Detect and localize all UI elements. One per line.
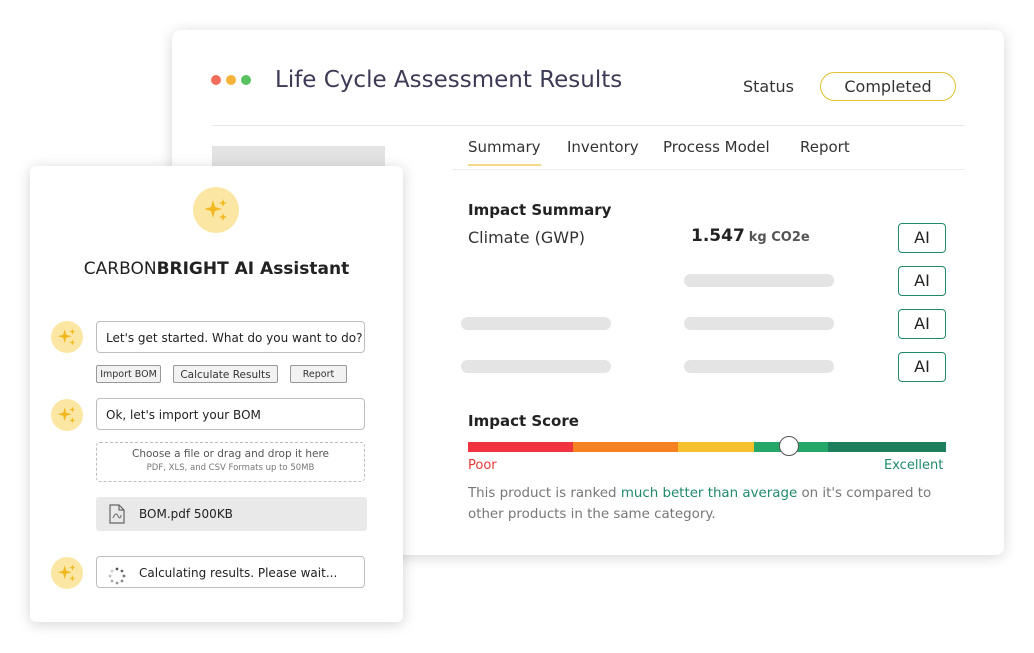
ai-assistant-panel: CARBONBRIGHT AI Assistant Let's get star… [30,166,403,622]
ai-button-row-2[interactable]: AI [898,266,946,296]
score-min-label: Poor [468,458,497,473]
assistant-message-greeting: Let's get started. What do you want to d… [96,321,365,353]
ranking-highlight: much better than average [620,486,798,501]
skeleton-value-row-2 [684,274,834,287]
skeleton-label-row-4 [461,360,611,373]
score-max-label: Excellent [884,458,944,473]
score-segment-poor [468,442,573,452]
score-segment-excellent [828,442,946,452]
brand-name-light: CARBON [83,259,157,279]
assistant-message-import: Ok, let's import your BOM [96,398,365,430]
ranking-description: This product is ranked much better than … [468,483,938,525]
dropzone-formats: PDF, XLS, and CSV Formats up to 50MB [146,463,315,473]
impact-score-title: Impact Score [468,412,579,430]
file-dropzone[interactable]: Choose a file or drag and drop it here P… [96,442,365,482]
climate-gwp-value: 1.547 kg CO2e [691,226,810,246]
uploaded-file-name: BOM.pdf 500KB [139,507,233,521]
tab-inventory[interactable]: Inventory [567,138,639,164]
assistant-message-calculating: Calculating results. Please wait... [96,556,365,588]
pdf-file-icon [109,504,125,528]
calculate-results-option[interactable]: Calculate Results [173,365,278,383]
ai-button-row-3[interactable]: AI [898,309,946,339]
ai-button-row-4[interactable]: AI [898,352,946,382]
sparkle-icon [193,187,239,233]
sparkle-icon [51,399,83,431]
status-badge: Completed [820,72,956,101]
import-bom-option[interactable]: Import BOM [96,365,161,383]
sparkle-icon [51,321,83,353]
window-controls [211,75,251,85]
climate-gwp-label: Climate (GWP) [468,228,586,247]
close-window-dot[interactable] [211,75,221,85]
report-option[interactable]: Report [290,365,347,383]
score-segment-average [678,442,754,452]
tabs-divider [452,169,965,170]
uploaded-file-card[interactable]: BOM.pdf 500KB [96,497,367,531]
skeleton-value-row-3 [684,317,834,330]
skeleton-value-row-4 [684,360,834,373]
sparkle-icon [51,557,83,589]
score-segment-below [573,442,678,452]
calculating-text: Calculating results. Please wait... [139,566,338,580]
gwp-number: 1.547 [691,226,745,246]
minimize-window-dot[interactable] [226,75,236,85]
header-divider [212,125,965,126]
impact-summary-title: Impact Summary [468,201,612,219]
impact-score-bar [468,442,946,452]
tab-report[interactable]: Report [800,138,850,164]
status-label: Status [743,77,794,96]
brand-name-bold: BRIGHT AI Assistant [156,259,350,279]
maximize-window-dot[interactable] [241,75,251,85]
skeleton-label-row-3 [461,317,611,330]
tab-summary[interactable]: Summary [468,138,541,166]
ai-button-row-1[interactable]: AI [898,223,946,253]
page-title: Life Cycle Assessment Results [275,67,623,93]
dropzone-instruction: Choose a file or drag and drop it here [131,448,329,460]
tab-process-model[interactable]: Process Model [663,138,770,164]
impact-score-marker [779,436,800,456]
ranking-text-start: This product is ranked [468,486,621,501]
loading-spinner-icon [108,565,126,597]
assistant-title: CARBONBRIGHT AI Assistant [30,259,403,279]
gwp-unit: kg CO2e [748,230,810,245]
sidebar-placeholder [212,146,385,168]
